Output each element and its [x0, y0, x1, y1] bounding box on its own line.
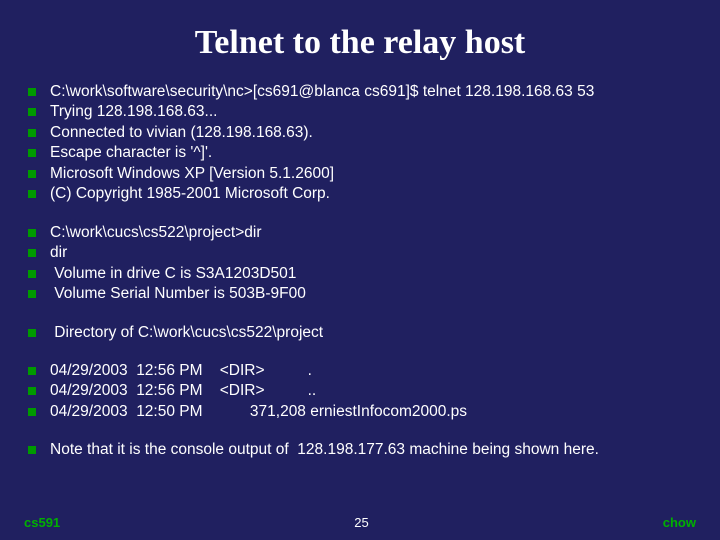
slide-number: 25	[354, 515, 368, 530]
bullet-block-4: Note that it is the console output of 12…	[28, 440, 696, 460]
list-item: Trying 128.198.168.63...	[28, 102, 696, 122]
list-item: Volume in drive C is S3A1203D501	[28, 264, 696, 284]
bullet-icon	[28, 446, 36, 454]
footer-right: chow	[663, 515, 696, 530]
bullet-text: Volume Serial Number is 503B-9F00	[50, 284, 306, 304]
bullet-text: 04/29/2003 12:56 PM <DIR> .	[50, 361, 312, 381]
list-item: 04/29/2003 12:56 PM <DIR> .	[28, 361, 696, 381]
bullet-block-1: C:\work\cucs\cs522\project>dir dir Volum…	[28, 223, 696, 305]
bullet-icon	[28, 249, 36, 257]
bullet-text: Trying 128.198.168.63...	[50, 102, 217, 122]
bullet-text: Volume in drive C is S3A1203D501	[50, 264, 296, 284]
slide: Telnet to the relay host C:\work\softwar…	[0, 0, 720, 540]
bullet-icon	[28, 88, 36, 96]
list-item: Connected to vivian (128.198.168.63).	[28, 123, 696, 143]
bullet-icon	[28, 387, 36, 395]
bullet-block-2: Directory of C:\work\cucs\cs522\project	[28, 323, 696, 343]
bullet-text: C:\work\software\security\nc>[cs691@blan…	[50, 82, 594, 102]
bullet-text: 04/29/2003 12:56 PM <DIR> ..	[50, 381, 316, 401]
bullet-icon	[28, 190, 36, 198]
bullet-block-0: C:\work\software\security\nc>[cs691@blan…	[28, 82, 696, 205]
list-item: 04/29/2003 12:50 PM 371,208 erniestInfoc…	[28, 402, 696, 422]
bullet-text: Connected to vivian (128.198.168.63).	[50, 123, 313, 143]
bullet-icon	[28, 367, 36, 375]
bullet-block-3: 04/29/2003 12:56 PM <DIR> . 04/29/2003 1…	[28, 361, 696, 422]
slide-title: Telnet to the relay host	[24, 24, 696, 62]
list-item: Directory of C:\work\cucs\cs522\project	[28, 323, 696, 343]
bullet-icon	[28, 290, 36, 298]
list-item: C:\work\cucs\cs522\project>dir	[28, 223, 696, 243]
bullet-text: Directory of C:\work\cucs\cs522\project	[50, 323, 323, 343]
bullet-text: Note that it is the console output of 12…	[50, 440, 599, 460]
list-item: Volume Serial Number is 503B-9F00	[28, 284, 696, 304]
bullet-text: 04/29/2003 12:50 PM 371,208 erniestInfoc…	[50, 402, 467, 422]
slide-content: C:\work\software\security\nc>[cs691@blan…	[28, 82, 696, 461]
bullet-text: Escape character is '^]'.	[50, 143, 212, 163]
bullet-text: Microsoft Windows XP [Version 5.1.2600]	[50, 164, 334, 184]
bullet-icon	[28, 149, 36, 157]
list-item: C:\work\software\security\nc>[cs691@blan…	[28, 82, 696, 102]
bullet-icon	[28, 129, 36, 137]
bullet-icon	[28, 329, 36, 337]
footer-left: cs591	[24, 515, 60, 530]
bullet-text: dir	[50, 243, 67, 263]
footer: cs591 25 chow	[0, 515, 720, 530]
list-item: Escape character is '^]'.	[28, 143, 696, 163]
bullet-text: C:\work\cucs\cs522\project>dir	[50, 223, 261, 243]
list-item: 04/29/2003 12:56 PM <DIR> ..	[28, 381, 696, 401]
list-item: Note that it is the console output of 12…	[28, 440, 696, 460]
bullet-icon	[28, 408, 36, 416]
list-item: (C) Copyright 1985-2001 Microsoft Corp.	[28, 184, 696, 204]
bullet-text: (C) Copyright 1985-2001 Microsoft Corp.	[50, 184, 330, 204]
list-item: Microsoft Windows XP [Version 5.1.2600]	[28, 164, 696, 184]
bullet-icon	[28, 170, 36, 178]
bullet-icon	[28, 270, 36, 278]
bullet-icon	[28, 229, 36, 237]
list-item: dir	[28, 243, 696, 263]
bullet-icon	[28, 108, 36, 116]
